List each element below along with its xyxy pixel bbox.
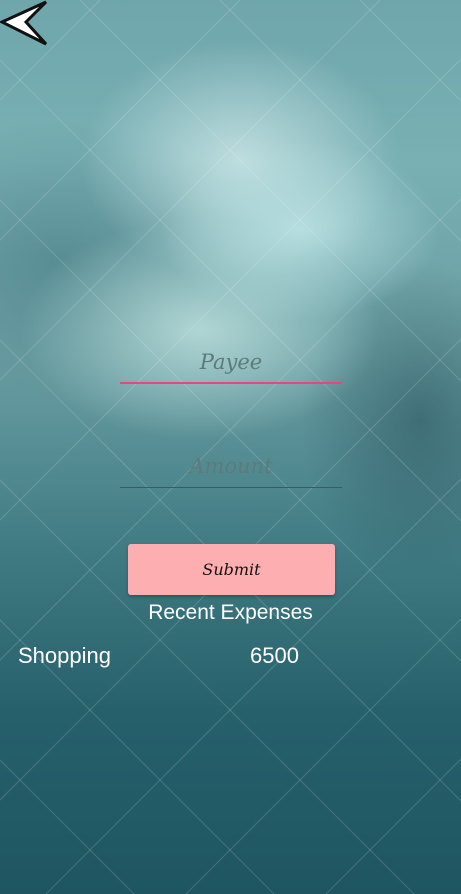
amount-underline <box>120 486 342 488</box>
amount-input[interactable] <box>120 446 342 486</box>
expense-row: Shopping 6500 <box>0 643 461 673</box>
back-button[interactable] <box>0 0 52 48</box>
amount-field[interactable] <box>120 446 342 488</box>
payee-field[interactable] <box>120 342 342 384</box>
payee-underline <box>120 382 342 384</box>
expense-screen: Submit Recent Expenses Shopping 6500 <box>0 0 461 894</box>
recent-expenses-title: Recent Expenses <box>148 601 313 624</box>
submit-button[interactable]: Submit <box>128 544 335 595</box>
expense-amount: 6500 <box>250 643 299 668</box>
back-arrow-icon <box>0 0 48 46</box>
expense-name: Shopping <box>18 643 111 668</box>
payee-input[interactable] <box>120 342 342 382</box>
